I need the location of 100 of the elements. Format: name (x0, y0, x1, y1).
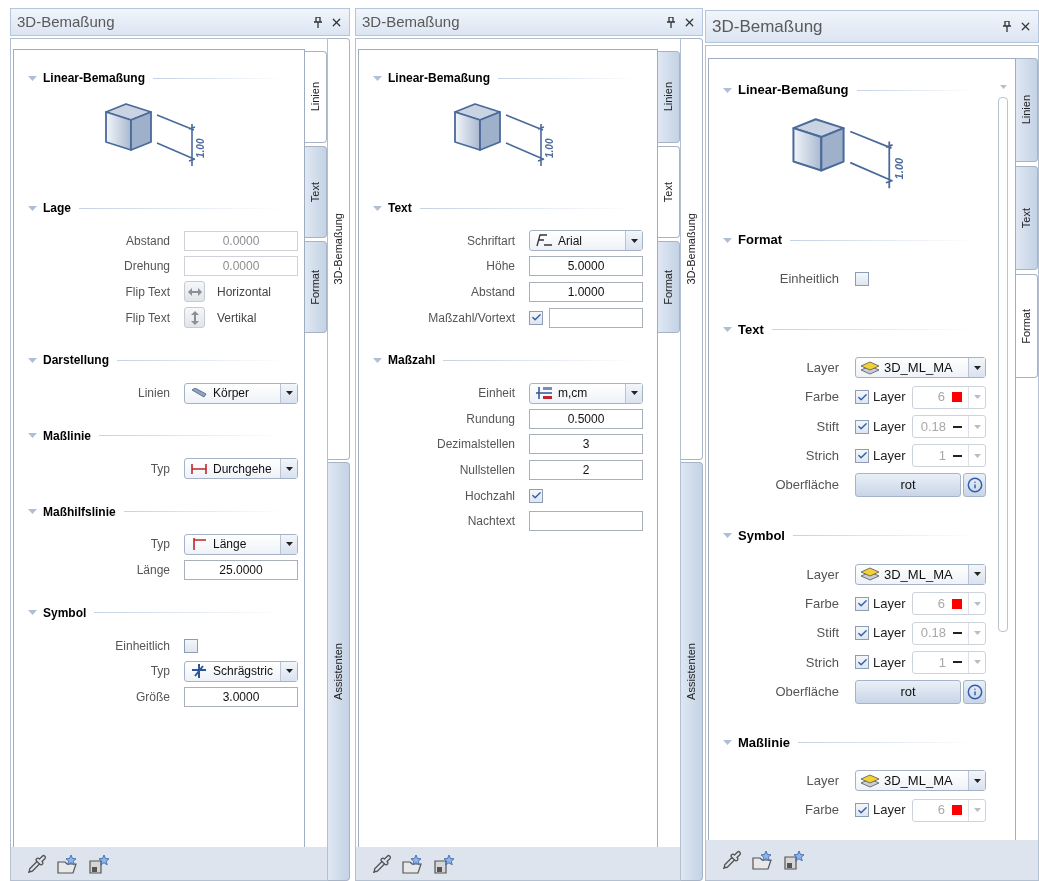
checkbox[interactable] (855, 419, 869, 434)
eyedropper-icon[interactable] (722, 850, 742, 870)
save-star-icon[interactable] (784, 850, 806, 870)
dimension-label: 1.00 (544, 138, 555, 158)
field-label: Rundung (465, 410, 515, 428)
field-label: Einheit (477, 385, 515, 403)
input-field[interactable]: 3.0000 (184, 686, 298, 707)
dropdown[interactable]: Durchgehe (184, 458, 298, 480)
checkbox[interactable] (529, 488, 543, 503)
dropdown[interactable]: 3D_ML_MA (855, 563, 986, 585)
checkbox[interactable] (855, 626, 869, 640)
field-label: Stift (815, 417, 839, 436)
dropdown[interactable]: Arial (529, 230, 643, 252)
check-icon (856, 627, 868, 639)
caret-icon (973, 424, 981, 429)
side-tab[interactable]: Linien (305, 51, 327, 143)
dropdown[interactable]: 3D_ML_MA (855, 357, 986, 379)
side-tab[interactable]: Linien (658, 51, 680, 143)
field-label: Abstand (124, 232, 170, 250)
dimension-label: 1.00 (195, 138, 206, 158)
pin-icon[interactable] (314, 16, 322, 28)
save-star-icon[interactable] (89, 853, 111, 874)
side-tab[interactable]: Format (1016, 274, 1038, 378)
input-field[interactable] (529, 511, 643, 532)
dropdown[interactable]: 3D_ML_MA (855, 770, 986, 792)
close-icon[interactable] (1019, 20, 1032, 33)
checkbox-label: Layer (873, 594, 906, 613)
field-label: Oberfläche (774, 682, 839, 701)
pin-icon[interactable] (667, 16, 675, 28)
surface-button[interactable]: rot (855, 679, 961, 704)
section-title: Maßhilfslinie (43, 503, 116, 521)
field-label: Flip Text (124, 284, 170, 301)
line-sample-icon (953, 425, 962, 428)
side-tab[interactable]: Text (1016, 166, 1038, 270)
side-tab[interactable]: Linien (1016, 58, 1038, 162)
checkbox[interactable] (855, 655, 869, 670)
field-label: Farbe (804, 388, 839, 407)
checkbox[interactable] (855, 271, 869, 286)
check-icon (856, 391, 868, 403)
checkbox[interactable] (855, 596, 869, 611)
caret-icon (999, 85, 1007, 89)
dropdown[interactable]: Körper (184, 382, 298, 404)
flip-button[interactable] (184, 307, 205, 329)
field-label: Oberfläche (774, 476, 839, 495)
input-field[interactable]: 2 (529, 459, 643, 480)
caret-icon (973, 778, 981, 783)
input-field[interactable] (549, 307, 643, 328)
eyedropper-icon[interactable] (372, 853, 392, 874)
info-icon (966, 683, 983, 700)
side-tab[interactable]: 3D-Bemaßung (328, 38, 350, 460)
cube-drawing (105, 103, 152, 151)
section-title: Maßzahl (388, 352, 436, 370)
input-field[interactable]: 3 (529, 434, 643, 455)
side-tab[interactable]: Format (658, 241, 680, 333)
dropdown[interactable]: m,cm (529, 382, 643, 404)
font-icon (535, 233, 553, 248)
surface-button[interactable]: rot (855, 473, 961, 498)
side-tab[interactable]: Format (305, 241, 327, 333)
caret-icon (973, 660, 981, 665)
input-field[interactable]: 25.0000 (184, 559, 298, 580)
eyedropper-icon[interactable] (27, 853, 47, 874)
flip-button[interactable] (184, 281, 205, 303)
info-button[interactable] (963, 473, 986, 498)
checkbox[interactable] (855, 448, 869, 463)
flip-option-label: Horizontal (217, 284, 272, 301)
info-button[interactable] (963, 679, 986, 704)
field-label: Dezimalstellen (435, 436, 515, 454)
side-tab[interactable]: Assistenten (328, 462, 350, 881)
value-text: 6 (937, 801, 945, 820)
side-tab[interactable]: 3D-Bemaßung (681, 38, 703, 460)
folder-star-icon[interactable] (402, 853, 424, 874)
field-label: Maßzahl/Vortext (427, 309, 515, 327)
side-tab[interactable]: Assistenten (681, 462, 703, 881)
dimension-line-icon (191, 463, 207, 474)
cube-drawing (791, 118, 845, 172)
section-title: Lage (43, 200, 71, 217)
input-field[interactable]: 0.5000 (529, 408, 643, 429)
pin-icon[interactable] (1003, 21, 1011, 32)
save-star-icon[interactable] (434, 853, 456, 874)
section-title: Symbol (43, 604, 87, 622)
dimension-line-drawing (505, 114, 545, 167)
input-field[interactable]: 5.0000 (529, 256, 643, 277)
dropdown[interactable]: Schrägstric (184, 660, 298, 682)
dropdown[interactable]: Länge (184, 533, 298, 555)
folder-star-icon[interactable] (57, 853, 79, 874)
layer-icon (860, 567, 880, 582)
section-title: Symbol (738, 527, 785, 546)
checkbox[interactable] (855, 803, 869, 818)
side-tab[interactable]: Text (658, 146, 680, 238)
field-label: Strich (804, 447, 839, 466)
side-tab[interactable]: Text (305, 146, 327, 238)
value-text: 0.18 (920, 417, 946, 436)
checkbox[interactable] (184, 638, 198, 653)
folder-star-icon[interactable] (752, 850, 774, 870)
checkbox-label: Layer (873, 653, 906, 672)
checkbox[interactable] (855, 390, 869, 405)
input-field[interactable]: 1.0000 (529, 282, 643, 302)
field-label: Flip Text (124, 309, 170, 327)
line-sample-icon (953, 661, 962, 664)
checkbox[interactable] (529, 310, 543, 325)
